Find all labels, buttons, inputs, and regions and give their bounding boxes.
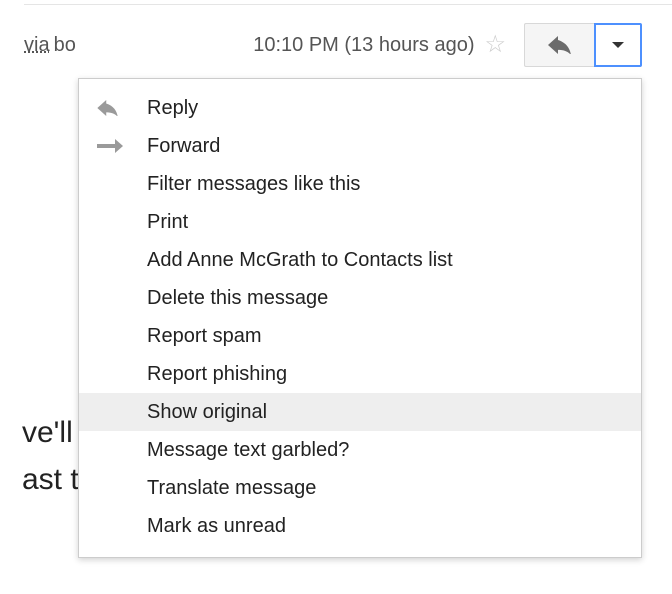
- menu-item[interactable]: Report spam: [79, 317, 641, 355]
- menu-item-label: Delete this message: [147, 287, 328, 310]
- menu-item[interactable]: Forward: [79, 127, 641, 165]
- divider: [24, 4, 672, 5]
- menu-item-label: Report spam: [147, 325, 262, 348]
- menu-item-label: Add Anne McGrath to Contacts list: [147, 249, 453, 272]
- menu-item[interactable]: Message text garbled?: [79, 431, 641, 469]
- menu-item-label: Mark as unread: [147, 515, 286, 538]
- reply-icon: [548, 36, 572, 54]
- menu-item[interactable]: Print: [79, 203, 641, 241]
- timestamp: 10:10 PM (13 hours ago): [253, 34, 474, 57]
- menu-item[interactable]: Mark as unread: [79, 507, 641, 545]
- menu-item[interactable]: Reply: [79, 89, 641, 127]
- via-label: via: [24, 34, 50, 57]
- menu-item[interactable]: Delete this message: [79, 279, 641, 317]
- reply-icon: [97, 100, 147, 116]
- menu-item[interactable]: Add Anne McGrath to Contacts list: [79, 241, 641, 279]
- star-icon[interactable]: ☆: [484, 33, 506, 57]
- more-actions-button[interactable]: [594, 23, 642, 67]
- menu-item-label: Reply: [147, 97, 198, 120]
- menu-item[interactable]: Show original: [79, 393, 641, 431]
- reply-button[interactable]: [524, 23, 594, 67]
- via-domain-fragment: bo: [54, 34, 76, 57]
- menu-item[interactable]: Translate message: [79, 469, 641, 507]
- menu-item-label: Report phishing: [147, 363, 287, 386]
- more-actions-menu: Reply Forward Filter messages like this Pri…: [78, 78, 642, 558]
- message-body-fragment: ve'll ast t: [22, 410, 82, 503]
- menu-item-label: Translate message: [147, 477, 316, 500]
- menu-item-label: Message text garbled?: [147, 439, 349, 462]
- menu-item-label: Print: [147, 211, 188, 234]
- menu-item-label: Show original: [147, 401, 267, 424]
- menu-item-label: Forward: [147, 135, 220, 158]
- chevron-down-icon: [612, 42, 624, 48]
- forward-icon: [97, 139, 147, 153]
- menu-item-label: Filter messages like this: [147, 173, 360, 196]
- message-header: via bo 10:10 PM (13 hours ago) ☆: [24, 20, 642, 70]
- menu-item[interactable]: Report phishing: [79, 355, 641, 393]
- menu-item[interactable]: Filter messages like this: [79, 165, 641, 203]
